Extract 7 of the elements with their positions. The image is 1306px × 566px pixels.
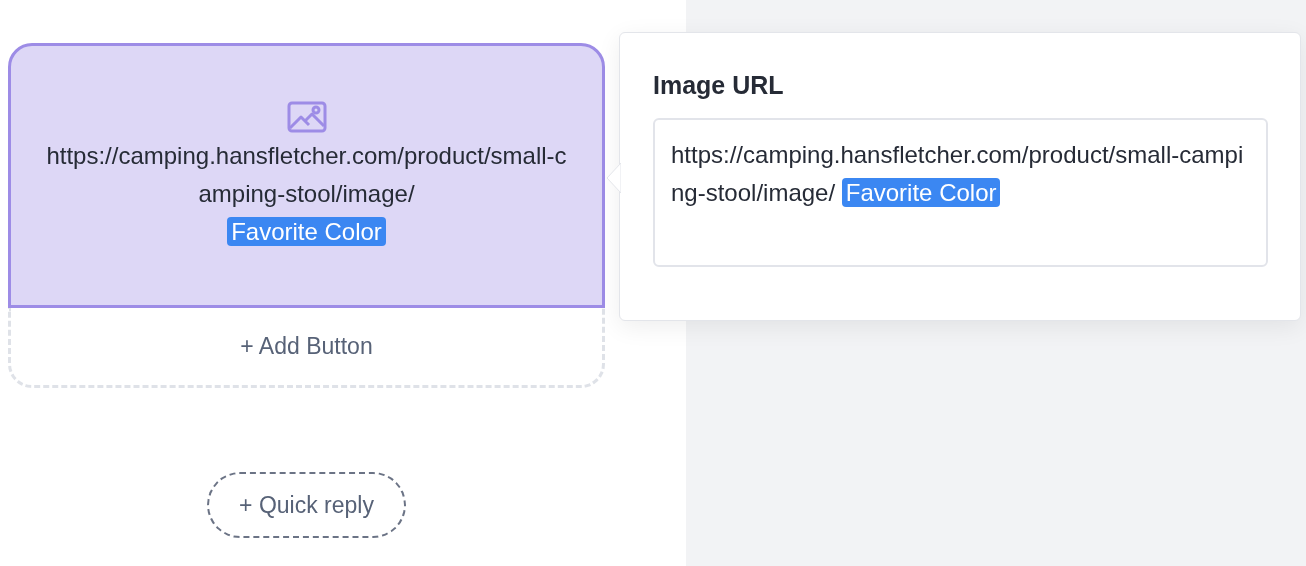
popover-title: Image URL [653, 71, 785, 100]
quick-reply-button[interactable]: + Quick reply [207, 472, 406, 538]
image-url-text: https://camping.hansfletcher.com/product/small-camping-stool/image/ Favorite Color [45, 140, 568, 248]
url-field[interactable]: https://camping.hansfletcher.com/product/small-camping-stool/image/ Favorite Color [653, 118, 1268, 267]
image-icon [286, 100, 327, 133]
add-button[interactable]: + Add Button [8, 308, 605, 388]
message-card[interactable]: https://camping.hansfletcher.com/product/small-camping-stool/image/ Favorite Color [8, 43, 605, 308]
